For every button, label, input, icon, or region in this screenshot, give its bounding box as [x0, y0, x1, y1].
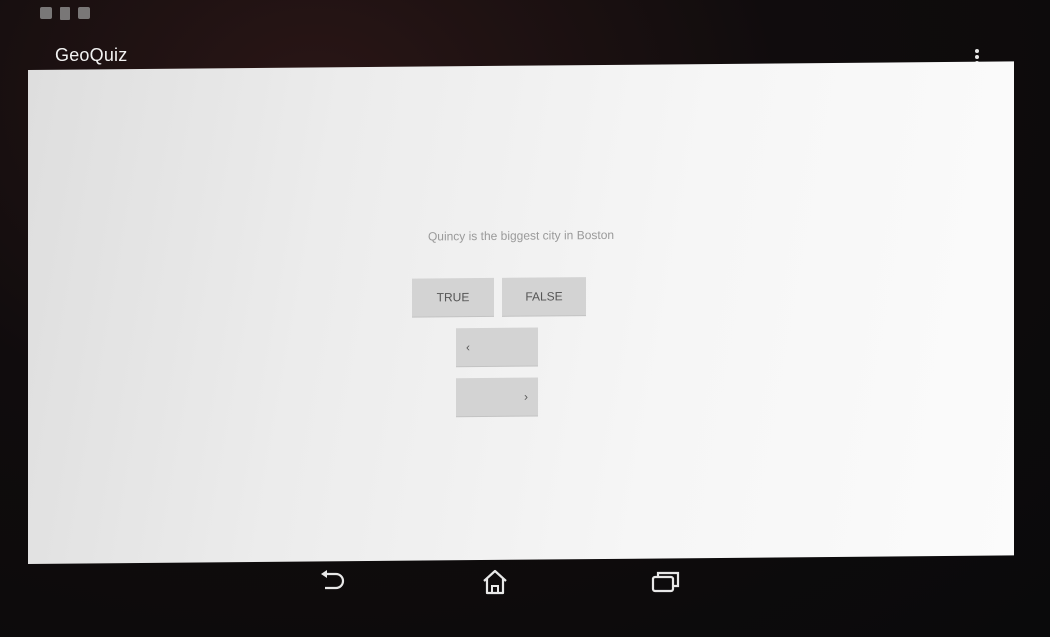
system-nav-bar — [0, 558, 1050, 608]
home-icon[interactable] — [473, 560, 517, 604]
recent-apps-icon[interactable] — [643, 560, 687, 604]
true-button[interactable]: TRUE — [412, 277, 494, 317]
question-text: Quincy is the biggest city in Boston — [427, 227, 615, 244]
download-icon — [78, 7, 90, 19]
prev-button[interactable]: ‹ — [456, 327, 538, 367]
quiz-content: Quincy is the biggest city in Boston TRU… — [28, 61, 1014, 564]
sd-card-icon — [60, 6, 70, 20]
gallery-icon — [40, 7, 52, 19]
false-button[interactable]: FALSE — [502, 277, 586, 316]
status-bar — [40, 4, 90, 22]
tablet-device: GeoQuiz Quincy is the biggest city in Bo… — [0, 0, 1050, 637]
next-button[interactable]: › — [456, 377, 538, 417]
app-title: GeoQuiz — [55, 45, 128, 65]
back-icon[interactable] — [310, 560, 354, 604]
